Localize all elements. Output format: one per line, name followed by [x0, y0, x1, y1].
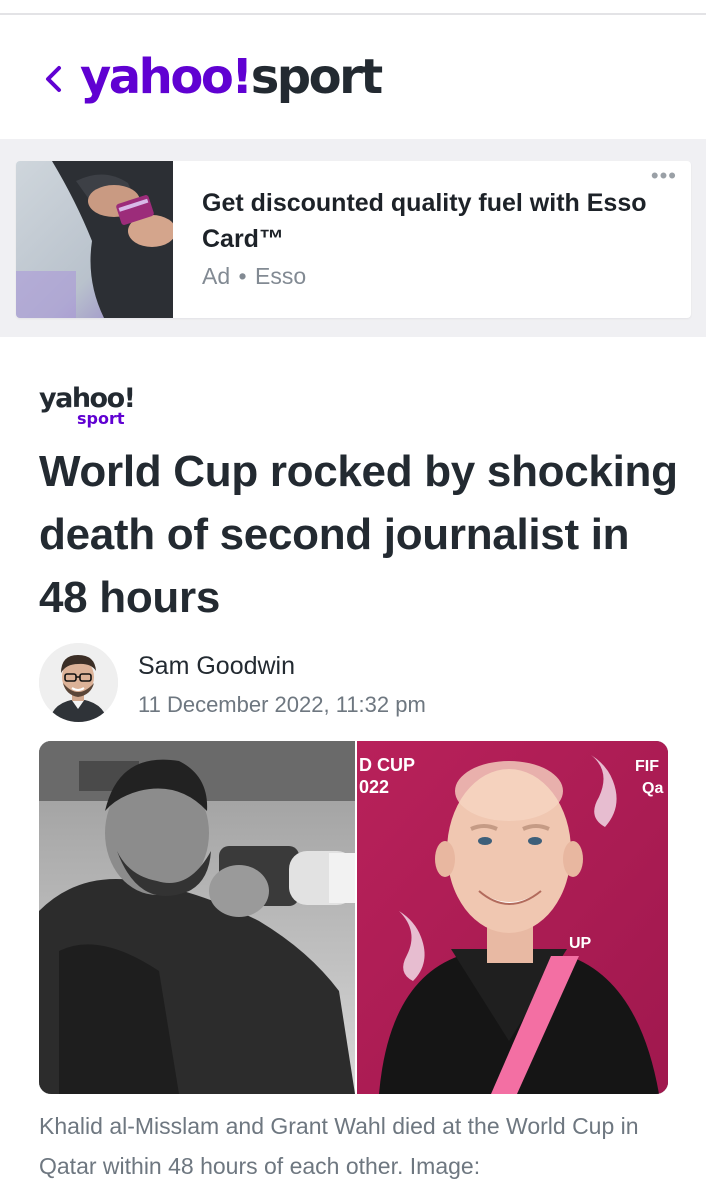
backdrop-text-qatar: Qa [642, 780, 663, 797]
author-name[interactable]: Sam Goodwin [138, 652, 295, 681]
ad-banner-area: Get discounted quality fuel with Esso Ca… [0, 139, 706, 337]
separator-dot: • [238, 263, 247, 289]
ad-title[interactable]: Get discounted quality fuel with Esso Ca… [202, 185, 672, 257]
author-avatar[interactable] [39, 643, 118, 722]
app-header: yahoo!sport [0, 15, 706, 139]
ad-advertiser: Esso [254, 263, 307, 289]
backdrop-text-fifa: FIF [635, 758, 659, 775]
ad-label: Ad [202, 263, 231, 289]
chevron-left-icon [46, 66, 61, 92]
article-brand-logo: yahoo! sport [39, 383, 136, 428]
more-horizontal-icon[interactable]: ••• [651, 165, 677, 187]
ad-image [16, 161, 176, 318]
backdrop-text-year: 022 [359, 777, 389, 797]
publish-date: 11 December 2022, 11:32 pm [138, 692, 426, 717]
backdrop-text-band: UP [569, 935, 592, 952]
ad-sponsor-line: Ad • Esso [202, 263, 306, 290]
article-headline: World Cup rocked by shocking death of se… [39, 447, 678, 622]
image-caption: Khalid al-Misslam and Grant Wahl died at… [39, 1113, 639, 1179]
sponsored-ad-card[interactable]: Get discounted quality fuel with Esso Ca… [16, 161, 691, 318]
backdrop-text-left: D CUP [359, 755, 415, 775]
article-hero-image[interactable]: D CUP 022 FIF Qa UP [39, 741, 668, 1094]
yahoo-sport-logo[interactable]: yahoo!sport [80, 45, 383, 109]
back-button[interactable] [38, 59, 68, 99]
